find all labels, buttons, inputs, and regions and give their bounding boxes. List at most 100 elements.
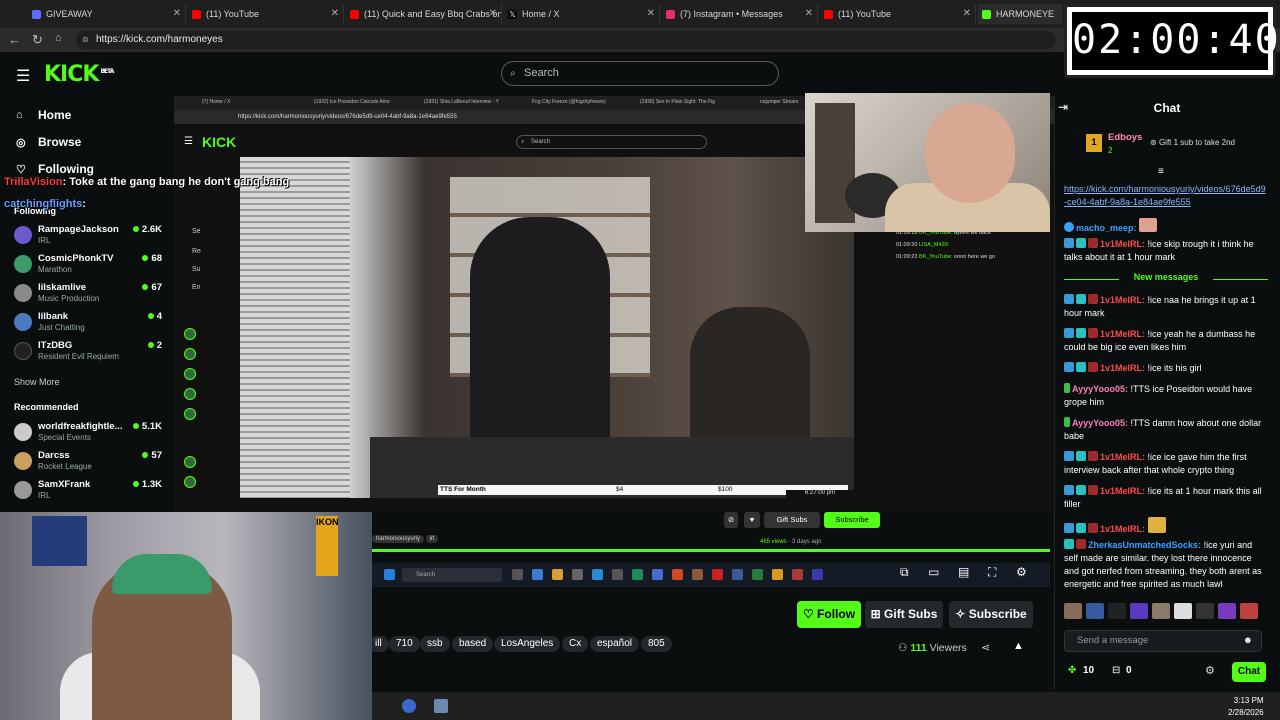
- follow-button[interactable]: ♡ Follow: [797, 601, 861, 628]
- chat-username[interactable]: ZherkasUnmatchedSocks:: [1088, 540, 1201, 550]
- close-icon[interactable]: ✕: [647, 8, 655, 19]
- search-input[interactable]: ⌕ Search: [501, 61, 779, 86]
- channel-item[interactable]: CosmicPhonkTV Marathon 68: [14, 253, 164, 281]
- chat-input-placeholder: Send a message: [1077, 635, 1149, 646]
- emote-icon[interactable]: [1196, 603, 1214, 619]
- emote-icon[interactable]: [1086, 603, 1104, 619]
- browser-tab[interactable]: GIVEAWAY ✕: [28, 4, 186, 24]
- browser-tab[interactable]: (11) Quick and Easy Bbq Crabs on ✕: [346, 4, 502, 24]
- collapse-chat-icon[interactable]: ⇥: [1058, 100, 1068, 114]
- browser-tab[interactable]: (11) YouTube ✕: [188, 4, 344, 24]
- browser-tab[interactable]: (7) Instagram • Messages ✕: [662, 4, 818, 24]
- chat-username[interactable]: AyyyYooo05:: [1072, 384, 1128, 394]
- fullscreen-icon[interactable]: ⛶: [988, 565, 996, 580]
- channel-item[interactable]: lilskamlive Music Production 67: [14, 282, 164, 310]
- channel-item[interactable]: RampageJackson IRL 2.6K: [14, 224, 164, 252]
- ticket-icon[interactable]: ⊟: [1112, 665, 1120, 676]
- chat-username[interactable]: 1v1MeIRL:: [1100, 239, 1145, 249]
- chat-username[interactable]: 1v1MeIRL:: [1100, 524, 1145, 534]
- reload-icon[interactable]: ↻: [32, 32, 43, 48]
- filter-icon[interactable]: ≡: [1158, 166, 1164, 177]
- channel-item[interactable]: Darcss Rocket League 57: [14, 450, 164, 478]
- stream-tag[interactable]: Cx: [562, 636, 589, 652]
- emote-icon[interactable]: [1152, 603, 1170, 619]
- browser-tab[interactable]: (11) YouTube ✕: [820, 4, 976, 24]
- taskbar-app-icon[interactable]: [434, 699, 448, 713]
- sidebar-item-home[interactable]: ⌂ Home: [16, 108, 71, 122]
- channel-item[interactable]: SamXFrank IRL 1.3K: [14, 479, 164, 507]
- channel-name: worldfreakfightle...: [38, 421, 123, 432]
- emote-icon[interactable]: [1240, 603, 1258, 619]
- channel-name: lilbank: [38, 311, 69, 322]
- live-dot-icon: [142, 255, 149, 261]
- share-icon[interactable]: ⋖: [981, 641, 990, 654]
- emoji-icon[interactable]: ☻: [1243, 631, 1253, 651]
- points-icon[interactable]: ✤: [1068, 665, 1076, 676]
- close-icon[interactable]: ✕: [331, 8, 339, 19]
- channel-item[interactable]: ITzDBG Resident Evil Requiem 2: [14, 340, 164, 368]
- gifter-count: 2: [1108, 146, 1113, 155]
- stream-tag[interactable]: español: [590, 636, 640, 652]
- emote-icon[interactable]: [1174, 603, 1192, 619]
- subscribe-button[interactable]: ✧ Subscribe: [949, 601, 1033, 628]
- theater-mode-icon[interactable]: ▭: [928, 565, 939, 579]
- close-icon[interactable]: ✕: [963, 8, 971, 19]
- chat-username[interactable]: AyyyYooo05:: [1072, 418, 1128, 428]
- chat-username[interactable]: 1v1MeIRL:: [1100, 329, 1145, 339]
- chat-username[interactable]: 1v1MeIRL:: [1100, 295, 1145, 305]
- chat-username[interactable]: macho_meep:: [1076, 223, 1137, 233]
- badge-icon: [1088, 523, 1098, 533]
- chat-username[interactable]: 1v1MeIRL:: [1100, 486, 1145, 496]
- stream-tag[interactable]: 805: [641, 636, 672, 652]
- browser-tab-active[interactable]: HARMONEYE: [978, 4, 1062, 24]
- emote-icon[interactable]: [1130, 603, 1148, 619]
- show-more-link[interactable]: Show More: [14, 377, 60, 387]
- emote-icon[interactable]: [1108, 603, 1126, 619]
- back-icon[interactable]: ←: [8, 32, 21, 47]
- embedded-side-label: En: [192, 284, 201, 291]
- chat-settings-icon[interactable]: ⚙: [1205, 664, 1215, 677]
- chat-link[interactable]: https://kick.com/harmoniousyuriy/videos/…: [1064, 183, 1268, 209]
- os-taskbar: [372, 692, 1280, 720]
- video-player[interactable]: [240, 157, 854, 498]
- video-progress-bar[interactable]: [372, 549, 1050, 552]
- upload-age: 3 days ago: [792, 539, 822, 545]
- miniplayer-icon[interactable]: ⧉: [900, 565, 909, 580]
- stream-tag[interactable]: LosAngeles: [494, 636, 561, 652]
- chat-input[interactable]: Send a message ☻: [1064, 630, 1262, 652]
- sidebar-item-following[interactable]: ♡ Following: [16, 162, 94, 176]
- channel-item[interactable]: worldfreakfightle... Special Events 5.1K: [14, 421, 164, 449]
- stream-tag[interactable]: based: [452, 636, 494, 652]
- close-icon[interactable]: ✕: [173, 8, 181, 19]
- chat-username[interactable]: 1v1MeIRL:: [1100, 452, 1145, 462]
- menu-icon[interactable]: ☰: [16, 66, 30, 86]
- channel-item[interactable]: lilbank Just Chatting 4: [14, 311, 164, 339]
- captions-icon[interactable]: ▤: [958, 565, 969, 579]
- browser-tab[interactable]: 𝕏 Home / X ✕: [504, 4, 660, 24]
- url-field[interactable]: ⊜ https://kick.com/harmoneyes: [76, 31, 1056, 49]
- gift-cta[interactable]: ⊛ Gift 1 sub to take 2nd: [1150, 138, 1235, 147]
- stream-tag[interactable]: ssb: [420, 636, 450, 652]
- timer-text: 02:00:40: [1072, 12, 1279, 70]
- settings-gear-icon[interactable]: ⚙: [1016, 565, 1027, 579]
- sidebar-item-browse[interactable]: ◎ Browse: [16, 135, 81, 149]
- chat-username[interactable]: 1v1MeIRL:: [1100, 363, 1145, 373]
- emote-icon[interactable]: [1218, 603, 1236, 619]
- emote-icon[interactable]: [1064, 603, 1082, 619]
- send-chat-button[interactable]: Chat: [1232, 662, 1266, 682]
- close-icon[interactable]: ✕: [489, 8, 497, 19]
- stream-tag[interactable]: 710: [389, 636, 420, 652]
- gift-subs-button[interactable]: ⊞ Gift Subs: [865, 601, 943, 628]
- recommended-header: Recommended: [14, 402, 79, 412]
- home-icon[interactable]: ⌂: [55, 32, 62, 44]
- kick-logo[interactable]: KICK BETA: [44, 62, 114, 87]
- badge-icon: [1088, 451, 1098, 461]
- taskbar-app-icon: [752, 569, 763, 580]
- taskbar-app-icon: [552, 569, 563, 580]
- taskbar-app-icon[interactable]: [402, 699, 416, 713]
- viewers-label: Viewers: [929, 642, 967, 654]
- close-icon[interactable]: ✕: [805, 8, 813, 19]
- report-icon[interactable]: ▲: [1013, 640, 1024, 652]
- avatar: [14, 342, 32, 360]
- embedded-tag: irl: [425, 535, 439, 543]
